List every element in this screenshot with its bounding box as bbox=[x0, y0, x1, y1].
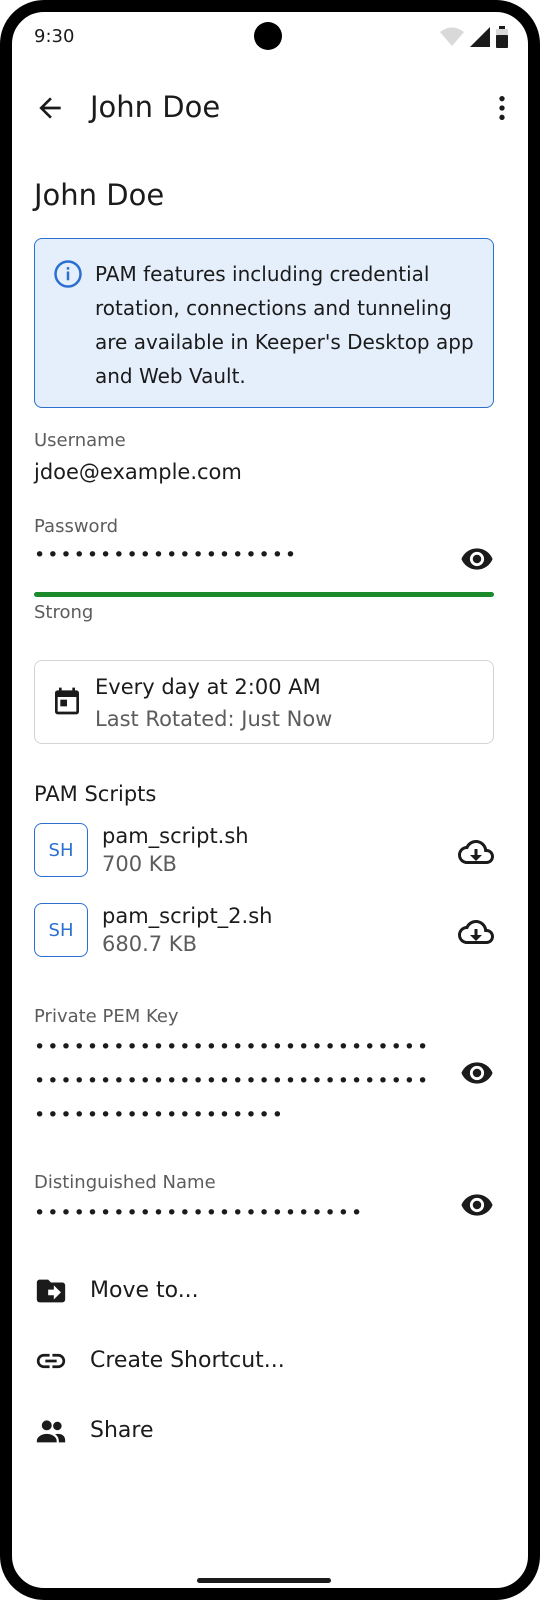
people-icon bbox=[36, 1420, 66, 1443]
file-type-badge: SH bbox=[34, 903, 88, 957]
create-shortcut-label: Create Shortcut... bbox=[90, 1348, 285, 1373]
pam-scripts-heading: PAM Scripts bbox=[34, 782, 157, 806]
pem-key-line[interactable]: •••••••••••••••••••••••••••••• bbox=[34, 1070, 430, 1092]
script-name: pam_script.sh bbox=[102, 824, 249, 848]
show-password-eye-icon[interactable] bbox=[460, 542, 494, 576]
last-rotated: Last Rotated: Just Now bbox=[95, 707, 333, 731]
record-title: John Doe bbox=[34, 178, 165, 212]
battery-icon bbox=[496, 26, 508, 48]
script-item[interactable]: SH pam_script.sh 700 KB bbox=[34, 820, 494, 882]
script-size: 680.7 KB bbox=[102, 932, 197, 956]
show-dn-eye-icon[interactable] bbox=[460, 1188, 494, 1222]
create-shortcut-action[interactable]: Create Shortcut... bbox=[34, 1336, 494, 1386]
more-vert-icon[interactable] bbox=[486, 92, 518, 124]
calendar-icon bbox=[55, 687, 79, 715]
script-item[interactable]: SH pam_script_2.sh 680.7 KB bbox=[34, 900, 494, 962]
share-action[interactable]: Share bbox=[34, 1406, 494, 1456]
wifi-icon bbox=[440, 27, 464, 46]
info-banner-text: PAM features including credential rotati… bbox=[95, 262, 474, 388]
app-bar-title: John Doe bbox=[90, 90, 221, 124]
pem-key-label: Private PEM Key bbox=[34, 1006, 179, 1027]
move-to-action[interactable]: Move to... bbox=[34, 1266, 494, 1316]
show-pem-eye-icon[interactable] bbox=[460, 1056, 494, 1090]
password-value[interactable]: •••••••••••••••••••• bbox=[34, 544, 298, 566]
link-icon bbox=[36, 1353, 66, 1369]
password-strength-bar bbox=[34, 592, 494, 597]
camera-cutout bbox=[254, 22, 282, 50]
script-size: 700 KB bbox=[102, 852, 177, 876]
pem-key-line[interactable]: •••••••••••••••••••••••••••••• bbox=[34, 1036, 430, 1058]
distinguished-name-label: Distinguished Name bbox=[34, 1172, 216, 1193]
share-label: Share bbox=[90, 1418, 154, 1443]
pem-key-line[interactable]: ••••••••••••••••••• bbox=[34, 1104, 285, 1126]
signal-icon bbox=[470, 27, 490, 47]
cloud-download-icon[interactable] bbox=[458, 914, 494, 950]
status-time: 9:30 bbox=[34, 26, 75, 47]
rotation-schedule: Every day at 2:00 AM bbox=[95, 675, 321, 699]
cloud-download-icon[interactable] bbox=[458, 834, 494, 870]
username-value[interactable]: jdoe@example.com bbox=[34, 460, 242, 484]
info-icon bbox=[54, 260, 82, 288]
file-type-badge: SH bbox=[34, 823, 88, 877]
move-folder-icon bbox=[36, 1279, 66, 1303]
script-name: pam_script_2.sh bbox=[102, 904, 273, 928]
distinguished-name-value[interactable]: ••••••••••••••••••••••••• bbox=[34, 1202, 364, 1224]
home-indicator[interactable] bbox=[197, 1578, 331, 1583]
back-arrow-icon[interactable] bbox=[34, 92, 66, 124]
info-banner: PAM features including credential rotati… bbox=[34, 238, 494, 408]
username-label: Username bbox=[34, 430, 126, 451]
status-icons bbox=[440, 26, 508, 48]
password-label: Password bbox=[34, 516, 119, 537]
rotation-schedule-card[interactable]: Every day at 2:00 AM Last Rotated: Just … bbox=[34, 660, 494, 744]
move-to-label: Move to... bbox=[90, 1278, 199, 1303]
password-strength-label: Strong bbox=[34, 602, 94, 623]
phone-frame: 9:30 John Doe John Doe PAM features incl… bbox=[0, 0, 540, 1600]
